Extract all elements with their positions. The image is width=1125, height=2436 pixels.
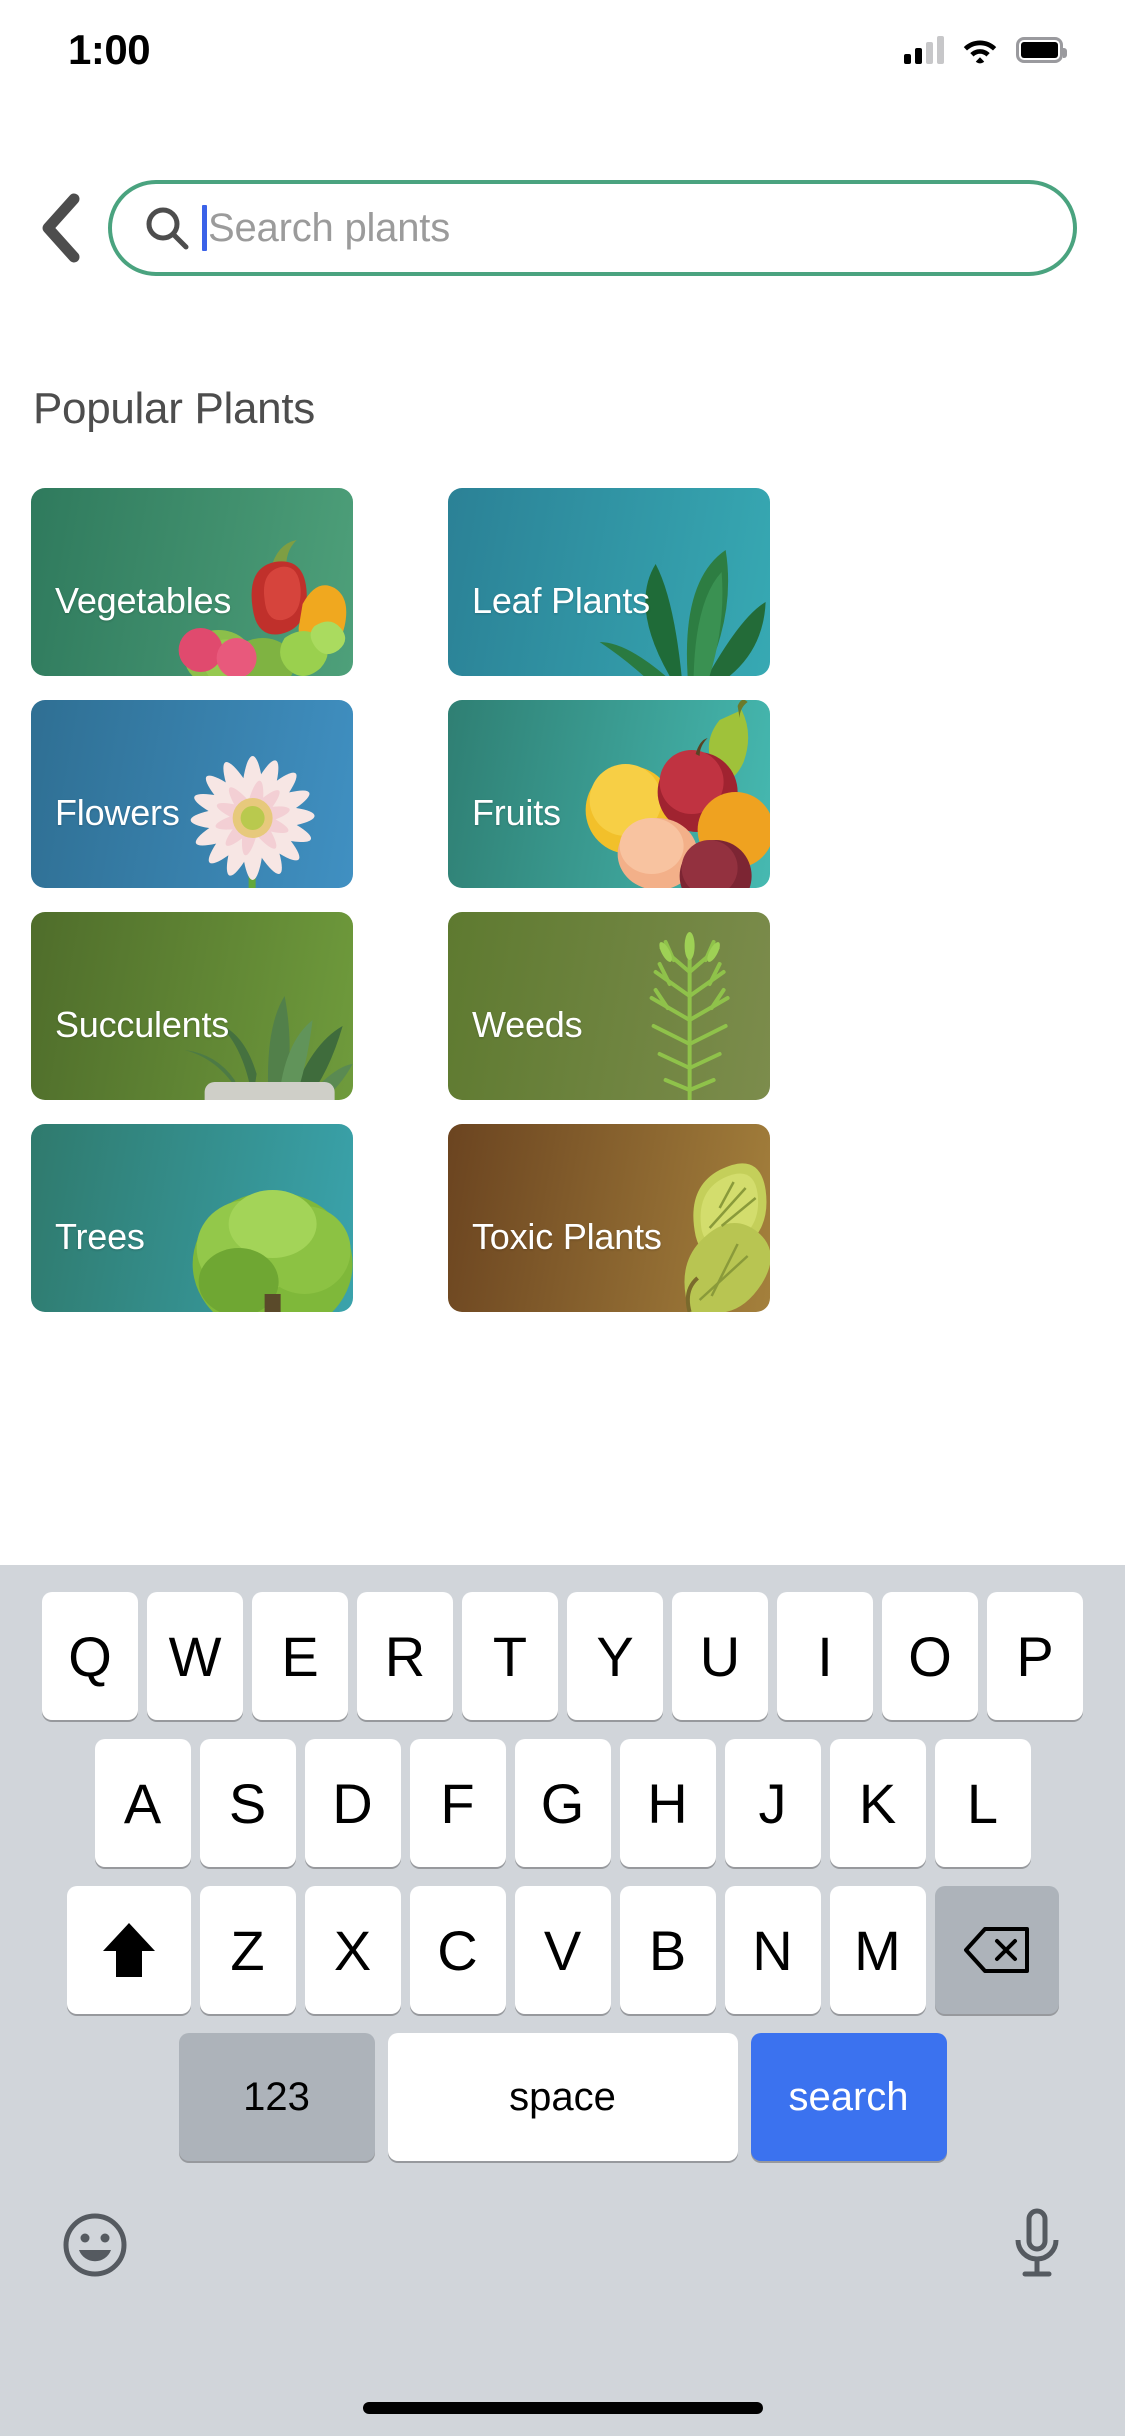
category-card-trees[interactable]: Trees bbox=[31, 1124, 353, 1312]
search-placeholder: Search plants bbox=[208, 205, 450, 250]
key-l[interactable]: L bbox=[934, 1739, 1031, 1867]
key-b[interactable]: B bbox=[619, 1886, 716, 2014]
wifi-icon bbox=[963, 40, 997, 64]
key-f[interactable]: F bbox=[409, 1739, 506, 1867]
shift-key[interactable] bbox=[66, 1886, 191, 2014]
keyboard-row-1: Q W E R T Y U I O P bbox=[0, 1592, 1125, 1720]
search-header: Search plants bbox=[0, 178, 1125, 278]
category-grid: Vegetables Leaf Plants Flowers Fruits Su… bbox=[31, 488, 1094, 1312]
category-label: Weeds bbox=[472, 1004, 583, 1045]
microphone-icon[interactable] bbox=[1011, 2208, 1063, 2282]
chevron-left-icon bbox=[42, 193, 80, 263]
trees-image bbox=[153, 1124, 353, 1312]
key-u[interactable]: U bbox=[672, 1592, 768, 1720]
status-bar-indicators bbox=[904, 36, 1067, 64]
page-title: Popular Plants bbox=[33, 384, 315, 433]
key-t[interactable]: T bbox=[462, 1592, 558, 1720]
category-card-toxic-plants[interactable]: Toxic Plants bbox=[448, 1124, 770, 1312]
space-key[interactable]: space bbox=[387, 2033, 738, 2161]
phone-screen: 1:00 Search plants Popular Plants Vegeta… bbox=[0, 0, 1125, 2436]
key-c[interactable]: C bbox=[409, 1886, 506, 2014]
category-label: Fruits bbox=[472, 792, 561, 833]
category-label: Trees bbox=[55, 1216, 145, 1257]
category-card-flowers[interactable]: Flowers bbox=[31, 700, 353, 888]
key-h[interactable]: H bbox=[619, 1739, 716, 1867]
key-d[interactable]: D bbox=[304, 1739, 401, 1867]
battery-icon bbox=[1016, 37, 1067, 63]
signal-bars-icon bbox=[904, 36, 944, 64]
category-label: Leaf Plants bbox=[472, 580, 650, 621]
key-k[interactable]: K bbox=[829, 1739, 926, 1867]
search-input[interactable]: Search plants bbox=[108, 180, 1077, 276]
weeds-image bbox=[570, 912, 770, 1100]
key-g[interactable]: G bbox=[514, 1739, 611, 1867]
category-label: Toxic Plants bbox=[472, 1216, 662, 1257]
key-i[interactable]: I bbox=[777, 1592, 873, 1720]
category-card-weeds[interactable]: Weeds bbox=[448, 912, 770, 1100]
key-o[interactable]: O bbox=[882, 1592, 978, 1720]
keyboard-row-2: A S D F G H J K L bbox=[0, 1739, 1125, 1867]
search-return-key[interactable]: search bbox=[750, 2033, 947, 2161]
key-q[interactable]: Q bbox=[42, 1592, 138, 1720]
home-indicator bbox=[362, 2402, 763, 2414]
shift-up-arrow-icon bbox=[102, 1923, 155, 1977]
numeric-key[interactable]: 123 bbox=[178, 2033, 375, 2161]
keyboard-row-4: 123 space search bbox=[0, 2033, 1125, 2161]
key-n[interactable]: N bbox=[724, 1886, 821, 2014]
key-y[interactable]: Y bbox=[567, 1592, 663, 1720]
key-p[interactable]: P bbox=[987, 1592, 1083, 1720]
fruits-image bbox=[570, 700, 770, 888]
keyboard-row-3: Z X C V B N M bbox=[0, 1886, 1125, 2014]
key-r[interactable]: R bbox=[357, 1592, 453, 1720]
back-button[interactable] bbox=[12, 178, 108, 278]
category-label: Flowers bbox=[55, 792, 180, 833]
search-icon bbox=[146, 207, 189, 250]
text-caret bbox=[202, 205, 207, 251]
category-label: Succulents bbox=[55, 1004, 230, 1045]
key-v[interactable]: V bbox=[514, 1886, 611, 2014]
key-s[interactable]: S bbox=[199, 1739, 296, 1867]
key-j[interactable]: J bbox=[724, 1739, 821, 1867]
backspace-key[interactable] bbox=[934, 1886, 1059, 2014]
on-screen-keyboard: Q W E R T Y U I O P A S D F G H J K L Z … bbox=[0, 1565, 1125, 2436]
flowers-image bbox=[153, 700, 353, 888]
emoji-smiley-icon[interactable] bbox=[62, 2212, 128, 2278]
backspace-delete-icon bbox=[963, 1927, 1029, 1973]
keyboard-bottom-bar bbox=[0, 2195, 1125, 2295]
category-card-vegetables[interactable]: Vegetables bbox=[31, 488, 353, 676]
status-bar: 1:00 bbox=[0, 0, 1125, 100]
key-m[interactable]: M bbox=[829, 1886, 926, 2014]
category-card-succulents[interactable]: Succulents bbox=[31, 912, 353, 1100]
key-w[interactable]: W bbox=[147, 1592, 243, 1720]
key-a[interactable]: A bbox=[94, 1739, 191, 1867]
status-bar-clock: 1:00 bbox=[68, 26, 151, 73]
category-card-fruits[interactable]: Fruits bbox=[448, 700, 770, 888]
key-z[interactable]: Z bbox=[199, 1886, 296, 2014]
category-label: Vegetables bbox=[55, 580, 232, 621]
category-card-leaf-plants[interactable]: Leaf Plants bbox=[448, 488, 770, 676]
key-e[interactable]: E bbox=[252, 1592, 348, 1720]
key-x[interactable]: X bbox=[304, 1886, 401, 2014]
